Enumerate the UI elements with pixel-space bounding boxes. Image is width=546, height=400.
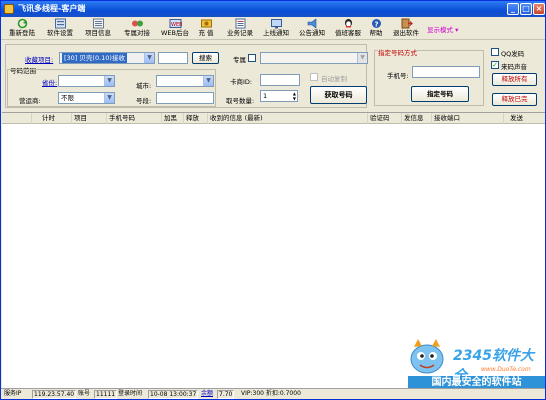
card-merchant-label: 卡商ID: — [230, 78, 253, 86]
minimize-button[interactable]: _ — [507, 3, 519, 15]
login-time-label: 登录时间 — [118, 390, 143, 397]
chevron-down-icon: ▼ — [203, 76, 213, 86]
toolbar-qq-service-button[interactable]: 值班客服 — [331, 18, 365, 39]
toolbar-exit-button[interactable]: 退出软件 — [389, 18, 423, 39]
online-notify-icon — [270, 18, 283, 29]
window-title: 飞讯多线程-客户端 — [18, 4, 86, 13]
column-header[interactable]: 加黑 — [162, 113, 184, 124]
refresh-icon — [16, 18, 29, 29]
segment-input[interactable] — [156, 92, 214, 104]
qq-send-checkbox[interactable] — [491, 48, 499, 56]
column-header[interactable]: 手机号码 — [107, 113, 162, 124]
city-select[interactable]: ▼ — [156, 75, 214, 87]
toolbar: 重新登陆 软件设置 项目信息 专属对接 WEB WEB后台 充 值 业务记录 上 — [1, 17, 545, 40]
province-select[interactable]: ▼ — [58, 75, 115, 87]
exclusive-checkbox[interactable] — [248, 54, 256, 62]
project-select[interactable]: [30] 贝壳(0.10)接收 ▼ — [59, 52, 155, 64]
exit-icon — [400, 18, 413, 29]
server-ip-label: 服务IP — [4, 390, 22, 397]
toolbar-dock-button[interactable]: 专属对接 — [119, 18, 155, 39]
project-info-icon — [92, 18, 105, 29]
operator-label: 营运商: — [19, 97, 41, 105]
toolbar-announcement-button[interactable]: 公告通知 — [295, 18, 329, 39]
province-label[interactable]: 省份: — [42, 77, 57, 87]
column-header[interactable]: 发送 — [504, 113, 545, 124]
help-icon: ? — [370, 18, 383, 29]
app-window: 飞讯多线程-客户端 _ □ × 重新登陆 软件设置 项目信息 专属对接 WEB … — [0, 0, 546, 400]
operator-select[interactable]: 不限 ▼ — [58, 92, 115, 104]
city-label: 城市: — [136, 82, 152, 90]
sound-checkbox[interactable]: ✓ — [491, 61, 499, 69]
account-label: 账号 — [78, 390, 91, 397]
account-value: 11111 — [94, 390, 118, 399]
svg-text:WEB: WEB — [171, 22, 182, 28]
qq-send-label: QQ发码 — [501, 50, 525, 58]
close-button[interactable]: × — [533, 3, 545, 15]
release-done-button[interactable]: 释放已完 — [492, 93, 537, 106]
title-bar: 飞讯多线程-客户端 _ □ × — [1, 1, 545, 17]
watermark-mascot-icon — [404, 337, 450, 379]
web-icon: WEB — [169, 18, 182, 29]
column-header[interactable]: 释放 — [184, 113, 208, 124]
phone-input[interactable] — [412, 66, 480, 78]
chevron-down-icon: ▼ — [104, 76, 114, 86]
project-label[interactable]: 收藏项目: — [25, 54, 53, 64]
dock-icon — [131, 18, 144, 29]
count-label: 取号数量: — [226, 97, 255, 105]
sound-label: 来码声音 — [501, 63, 527, 71]
column-header[interactable]: 发信息 — [402, 113, 432, 124]
column-header[interactable]: 项目 — [72, 113, 107, 124]
auto-copy-checkbox[interactable] — [310, 73, 318, 81]
qq-service-icon — [342, 18, 355, 29]
settings-icon — [54, 18, 67, 29]
count-spinner[interactable]: 1 ▲ ▼ — [260, 90, 298, 102]
auto-copy-label: 自动复制 — [321, 75, 347, 83]
chevron-down-icon: ▼ — [144, 53, 154, 63]
exclusive-select[interactable]: ▼ — [260, 52, 368, 64]
toolbar-recharge-button[interactable]: 充 值 — [194, 18, 218, 39]
column-header[interactable]: 接收端口 — [432, 113, 504, 124]
release-all-button[interactable]: 释放所有 — [492, 73, 537, 86]
toolbar-records-button[interactable]: 业务记录 — [223, 18, 257, 39]
toolbar-settings-button[interactable]: 软件设置 — [43, 18, 77, 39]
toolbar-web-button[interactable]: WEB WEB后台 — [157, 18, 193, 39]
get-number-button[interactable]: 获取号码 — [310, 86, 367, 104]
project-search-input[interactable] — [158, 52, 188, 64]
phone-label: 手机号: — [387, 72, 409, 80]
display-mode-dropdown[interactable]: 显示模式 ▾ — [427, 24, 458, 34]
chevron-down-icon: ▼ — [357, 53, 367, 63]
recharge-icon — [200, 18, 213, 29]
balance-label[interactable]: 余额 — [201, 390, 213, 398]
status-bar: 服务IP 119.23.57.40 账号 11111 登录时间 10-08 13… — [1, 388, 545, 399]
announcement-icon — [306, 18, 319, 29]
column-header[interactable]: 计时 — [32, 113, 72, 124]
svg-text:?: ? — [374, 20, 378, 28]
segment-label: 号段: — [136, 97, 152, 105]
vip-discount-text: VIP:300 折扣:0.7000 — [241, 390, 301, 397]
specify-number-button[interactable]: 指定号码 — [411, 86, 469, 102]
chevron-down-icon: ▼ — [104, 93, 114, 103]
toolbar-help-button[interactable]: ? 帮助 — [365, 18, 387, 39]
column-header[interactable]: 验证码 — [368, 113, 402, 124]
specify-group-title: 指定号码方式 — [378, 47, 417, 57]
toolbar-online-notify-button[interactable]: 上线通知 — [259, 18, 293, 39]
spinner-arrows-icon[interactable]: ▲ ▼ — [293, 91, 296, 101]
balance-value: 7.70 — [217, 390, 235, 399]
exclusive-label: 专属 — [233, 56, 246, 64]
app-icon — [4, 4, 14, 14]
server-ip-value: 119.23.57.40 — [32, 390, 77, 399]
record-icon — [234, 18, 247, 29]
toolbar-relogin-button[interactable]: 重新登陆 — [5, 18, 39, 39]
column-header[interactable] — [2, 113, 32, 124]
toolbar-project-info-button[interactable]: 项目信息 — [81, 18, 115, 39]
watermark-url-text: www.DuoTe.com — [481, 366, 531, 373]
search-button[interactable]: 搜索 — [192, 52, 219, 64]
table-header: 计时 项目 手机号码 加黑 释放 收到的信息 (最新) 验证码 发信息 接收端口… — [2, 113, 545, 124]
column-header[interactable]: 收到的信息 (最新) — [208, 113, 368, 124]
maximize-button[interactable]: □ — [520, 3, 532, 15]
login-time-value: 10-08 13:00:37 — [148, 390, 199, 399]
card-merchant-input[interactable] — [260, 74, 300, 86]
